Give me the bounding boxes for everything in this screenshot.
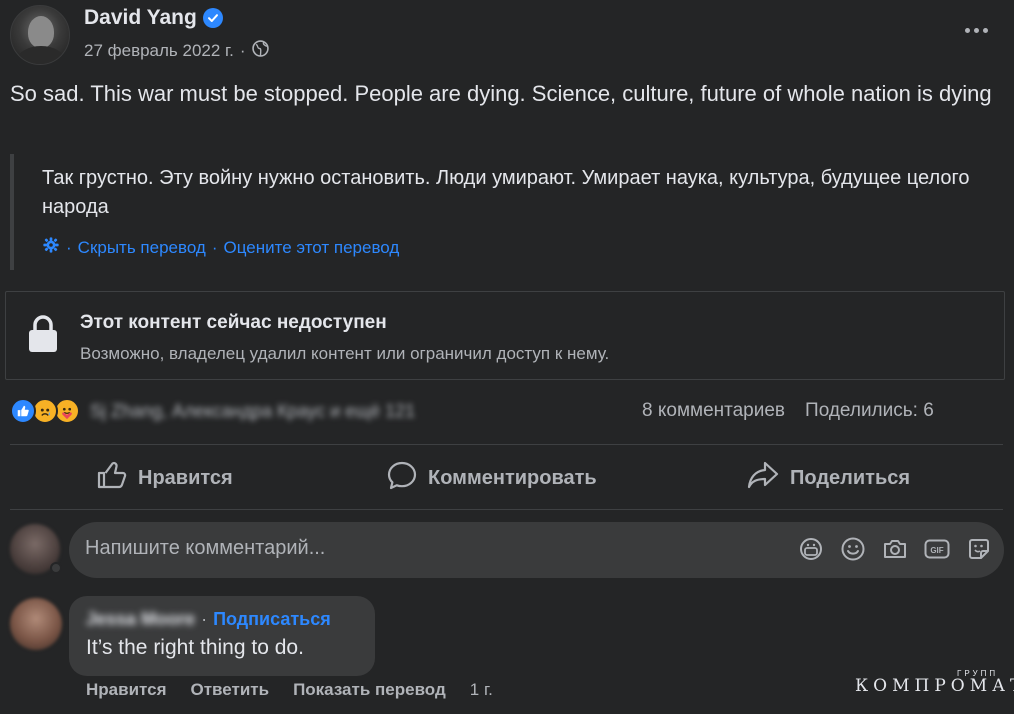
comment-bubble: Jessa Moore · Подписаться It’s the right… — [69, 596, 375, 676]
hide-translation-link[interactable]: Скрыть перевод — [78, 238, 206, 258]
svg-text:GIF: GIF — [930, 546, 943, 555]
reactors-names[interactable]: Sj Zhang, Александра Краус и ещё 121 — [90, 401, 415, 422]
divider — [10, 444, 1003, 445]
comment-like-link[interactable]: Нравится — [86, 680, 167, 700]
post-counts: 8 комментариев Поделились: 6 — [642, 400, 934, 422]
avatar-sticker-icon[interactable] — [798, 536, 824, 562]
translation-links: · Скрыть перевод · Оцените этот перевод — [42, 236, 399, 259]
verified-badge-icon — [202, 8, 223, 28]
post-text: So sad. This war must be stopped. People… — [10, 81, 992, 106]
thumbs-up-icon — [96, 460, 128, 496]
meta-separator: · — [239, 41, 246, 60]
like-button[interactable]: Нравится — [96, 456, 233, 500]
comment-reply-link[interactable]: Ответить — [191, 680, 270, 700]
commenter-avatar[interactable] — [10, 598, 62, 650]
unavailable-subtitle: Возможно, владелец удалил контент или ог… — [80, 344, 610, 363]
follow-link[interactable]: Подписаться — [213, 609, 331, 630]
commenter-name[interactable]: Jessa Moore — [86, 609, 195, 630]
comment-button-label: Комментировать — [428, 466, 597, 489]
globe-icon[interactable] — [251, 40, 269, 62]
comments-count[interactable]: 8 комментариев — [642, 400, 785, 422]
translation-text: Так грустно. Эту войну нужно остановить.… — [42, 167, 970, 218]
author-name[interactable]: David Yang — [84, 6, 197, 30]
comment-translate-link[interactable]: Показать перевод — [293, 680, 446, 700]
translation-block: Так грустно. Эту войну нужно остановить.… — [10, 154, 990, 270]
unavailable-title: Этот контент сейчас недоступен — [80, 312, 387, 333]
share-button-label: Поделиться — [790, 466, 911, 489]
reactions-summary[interactable]: Sj Zhang, Александра Краус и ещё 121 — [10, 398, 415, 424]
author-avatar[interactable] — [10, 5, 70, 65]
divider — [10, 509, 1003, 510]
post-date[interactable]: 27 февраль 2022 г. — [84, 41, 234, 61]
share-button[interactable]: Поделиться — [746, 456, 910, 500]
link-separator: · — [66, 237, 72, 257]
author-name-row: David Yang — [84, 6, 223, 30]
more-options-icon[interactable] — [958, 18, 994, 42]
composer-tools: GIF — [798, 536, 992, 562]
comment-text: It’s the right thing to do. — [86, 636, 304, 659]
watermark-logo: КОМПРОМАТ — [855, 676, 1014, 696]
comment-header-separator: · — [201, 609, 208, 629]
rate-translation-link[interactable]: Оцените этот перевод — [224, 238, 400, 258]
avatar-face — [28, 16, 54, 48]
post-meta: 27 февраль 2022 г. · — [84, 40, 269, 62]
comment-composer[interactable]: GIF — [69, 522, 1004, 578]
comment-input[interactable] — [85, 537, 765, 560]
avatar-body — [17, 46, 65, 64]
avatar-status-dot — [50, 562, 62, 574]
gear-icon[interactable] — [42, 236, 60, 259]
emoji-icon[interactable] — [840, 536, 866, 562]
comment-header: Jessa Moore · Подписаться — [86, 609, 331, 630]
comment-actions: Нравится Ответить Показать перевод 1 г. — [86, 680, 493, 700]
unavailable-content-box: Этот контент сейчас недоступен Возможно,… — [5, 291, 1005, 380]
camera-icon[interactable] — [882, 536, 908, 562]
like-reaction-icon — [10, 398, 36, 424]
share-arrow-icon — [746, 460, 780, 496]
comment-age[interactable]: 1 г. — [470, 680, 493, 700]
comment-button[interactable]: Комментировать — [386, 456, 597, 500]
like-button-label: Нравится — [138, 466, 233, 489]
comment-bubble-icon — [386, 460, 418, 496]
lock-icon — [28, 314, 58, 354]
sticker-icon[interactable] — [966, 536, 992, 562]
gif-icon[interactable]: GIF — [924, 536, 950, 562]
link-separator: · — [211, 237, 218, 257]
shares-count[interactable]: Поделились: 6 — [805, 400, 934, 422]
